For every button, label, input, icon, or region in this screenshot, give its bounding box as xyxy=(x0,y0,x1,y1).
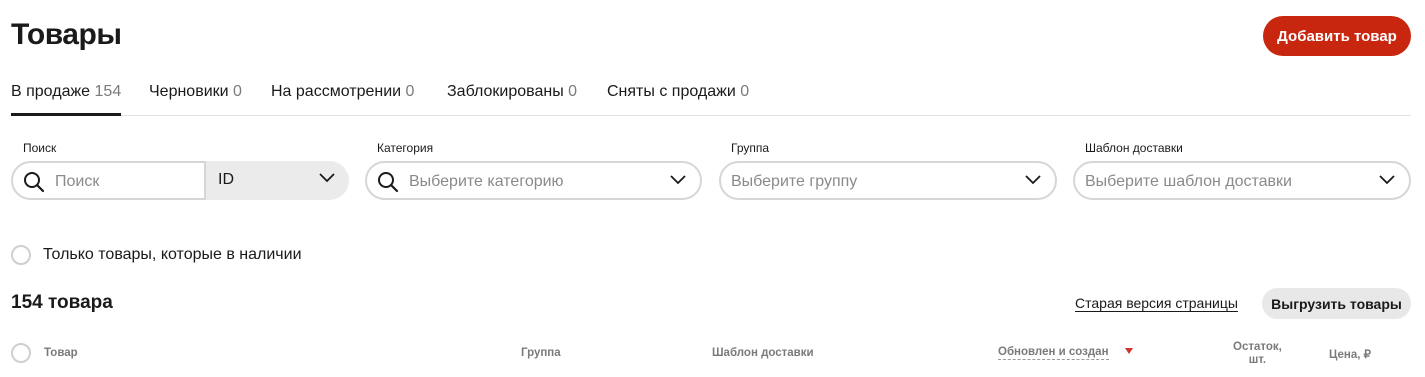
chevron-down-icon xyxy=(319,173,335,183)
tab-count: 0 xyxy=(568,83,578,100)
tab-label: Заблокированы xyxy=(447,83,564,100)
tab-count: 0 xyxy=(405,83,415,100)
search-icon xyxy=(378,172,399,193)
chevron-down-icon xyxy=(1379,175,1395,185)
column-header-product: Товар xyxy=(44,347,78,359)
column-header-stock-line2: шт. xyxy=(1248,354,1267,366)
tab-withdrawn[interactable]: Сняты с продажи 0 xyxy=(607,83,749,101)
in-stock-label[interactable]: Только товары, которые в наличии xyxy=(43,246,302,264)
group-placeholder: Выберите группу xyxy=(731,173,858,190)
results-count: 154 товара xyxy=(11,292,113,313)
search-field-select-value: ID xyxy=(218,171,234,188)
group-select[interactable]: Выберите группу xyxy=(719,161,1057,200)
category-select[interactable]: Выберите категорию xyxy=(365,161,702,200)
tab-label: Сняты с продажи xyxy=(607,83,736,100)
category-label: Категория xyxy=(377,141,434,155)
search-field[interactable]: Поиск ID xyxy=(11,161,349,200)
tab-blocked[interactable]: Заблокированы 0 xyxy=(447,83,577,101)
tab-drafts[interactable]: Черновики 0 xyxy=(149,83,242,101)
search-label: Поиск xyxy=(23,141,57,155)
column-header-stock: Остаток, шт. xyxy=(1233,341,1282,367)
export-products-button[interactable]: Выгрузить товары xyxy=(1262,288,1411,319)
category-placeholder: Выберите категорию xyxy=(409,173,564,190)
chevron-down-icon xyxy=(1025,175,1041,185)
delivery-template-select[interactable]: Выберите шаблон доставки xyxy=(1073,161,1411,200)
chevron-down-icon xyxy=(670,175,686,185)
page-title: Товары xyxy=(11,18,122,51)
search-field-select[interactable]: ID xyxy=(204,161,349,200)
in-stock-checkbox[interactable] xyxy=(11,245,31,265)
select-all-checkbox[interactable] xyxy=(11,343,31,363)
status-tabs: В продаже 154 Черновики 0 На рассмотрени… xyxy=(11,70,1411,116)
column-header-group: Группа xyxy=(521,347,561,359)
column-header-price: Цена, ₽ xyxy=(1329,349,1371,361)
sort-desc-icon xyxy=(1125,348,1133,354)
tab-under-review[interactable]: На рассмотрении 0 xyxy=(271,83,414,101)
add-product-button[interactable]: Добавить товар xyxy=(1263,16,1411,56)
tab-label: В продаже xyxy=(11,83,91,100)
column-header-stock-line1: Остаток, xyxy=(1233,341,1282,353)
tab-label: Черновики xyxy=(149,83,229,100)
column-header-updated-sort[interactable]: Обновлен и создан xyxy=(998,346,1109,360)
tab-on-sale[interactable]: В продаже 154 xyxy=(11,83,122,116)
delivery-template-label: Шаблон доставки xyxy=(1085,141,1183,155)
delivery-template-placeholder: Выберите шаблон доставки xyxy=(1085,173,1292,190)
tab-label: На рассмотрении xyxy=(271,83,402,100)
search-icon xyxy=(24,172,45,193)
group-label: Группа xyxy=(731,141,770,155)
tab-count: 0 xyxy=(740,83,750,100)
column-header-delivery: Шаблон доставки xyxy=(712,347,814,359)
tab-count: 0 xyxy=(233,83,242,100)
search-input[interactable]: Поиск xyxy=(55,173,99,191)
old-version-link[interactable]: Старая версия страницы xyxy=(1075,295,1238,311)
tab-count: 154 xyxy=(94,83,122,100)
